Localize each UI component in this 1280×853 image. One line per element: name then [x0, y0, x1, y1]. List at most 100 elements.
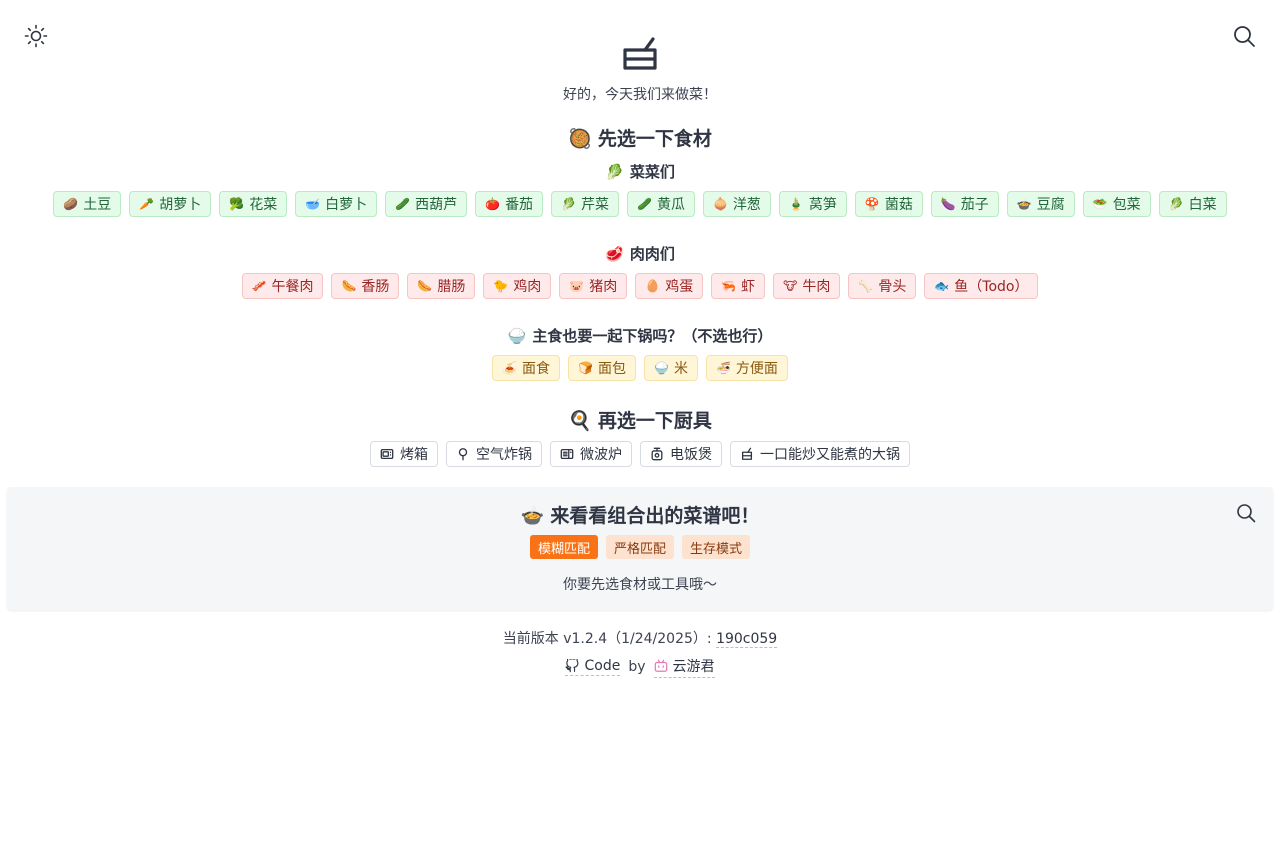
meat-label: 午餐肉	[271, 279, 314, 295]
meat-emoji: 🦴	[858, 279, 874, 293]
meat-chip[interactable]: 🥓 午餐肉	[241, 273, 324, 299]
microwave-icon	[560, 448, 574, 460]
vegetable-emoji: 🍄	[864, 197, 880, 211]
vegetable-label: 菌菇	[884, 197, 913, 213]
tool-label: 电饭煲	[670, 447, 712, 463]
meat-label: 香肠	[361, 279, 390, 295]
tool-chip[interactable]: 电饭煲	[640, 441, 722, 467]
tool-label: 烤箱	[400, 447, 428, 463]
vegetable-label: 白萝卜	[325, 197, 368, 213]
match-mode-group: 模糊匹配 严格匹配 生存模式	[7, 535, 1273, 559]
match-mode-button[interactable]: 模糊匹配	[529, 535, 598, 559]
meat-chip[interactable]: 🐟 鱼（Todo）	[924, 273, 1039, 299]
meat-chip[interactable]: 🐮 牛肉	[773, 273, 841, 299]
code-label: Code	[584, 658, 621, 674]
staples-title: 🍚 主食也要一起下锅吗？（不选也行）	[0, 325, 1280, 346]
staple-chip[interactable]: 🍞 面包	[568, 355, 636, 381]
staples-emoji: 🍚	[507, 327, 527, 345]
air-fryer-icon	[458, 448, 468, 461]
staple-emoji: 🍚	[654, 361, 669, 375]
search-icon[interactable]	[1235, 502, 1257, 524]
vegetable-emoji: 🥗	[1092, 197, 1108, 211]
match-mode-button[interactable]: 严格匹配	[605, 535, 674, 559]
meat-chip[interactable]: 🥚 鸡蛋	[635, 273, 704, 299]
code-link[interactable]: Code	[565, 658, 621, 676]
staple-emoji: 🍝	[502, 361, 518, 375]
meat-chip[interactable]: 🦴 骨头	[848, 273, 917, 299]
staple-list: 🍝 面食 🍞 面包 🍚 米 🍜 方便面	[0, 355, 1280, 381]
vegetable-chip[interactable]: 🍆 茄子	[930, 191, 999, 217]
meat-label: 鱼（Todo）	[954, 279, 1029, 295]
vegetable-chip[interactable]: 🍲 豆腐	[1006, 191, 1075, 217]
staple-label: 面包	[598, 361, 626, 377]
vegetable-label: 莴笋	[808, 197, 837, 213]
staple-emoji: 🍜	[715, 361, 731, 375]
tool-chip[interactable]: 一口能炒又能煮的大锅	[730, 441, 910, 467]
author-link[interactable]: 云游君	[653, 656, 715, 678]
vegetable-label: 洋葱	[732, 197, 761, 213]
github-icon	[565, 659, 579, 673]
meats-title-text: 肉肉们	[629, 245, 675, 263]
vegetable-label: 番茄	[505, 197, 534, 213]
staple-emoji: 🍞	[578, 361, 593, 375]
tool-label: 一口能炒又能煮的大锅	[760, 447, 900, 463]
meats-title: 🥩 肉肉们	[0, 243, 1280, 264]
meat-emoji: 🌭	[417, 279, 433, 293]
vegetable-emoji: 🍲	[1016, 197, 1032, 211]
vegetable-chip[interactable]: 🧅 洋葱	[702, 191, 771, 217]
vegetable-chip[interactable]: 🥣 白萝卜	[295, 191, 378, 217]
vegetable-chip[interactable]: 🎍 莴笋	[778, 191, 847, 217]
tool-chip[interactable]: 微波炉	[550, 441, 632, 467]
staple-label: 方便面	[735, 361, 778, 377]
vegetable-chip[interactable]: 🥬 芹菜	[551, 191, 620, 217]
search-icon	[1234, 26, 1255, 47]
vegetable-emoji: 🥦	[229, 197, 245, 211]
vegetable-chip[interactable]: 🥔 土豆	[53, 191, 122, 217]
vegetable-chip[interactable]: 🥒 黄瓜	[627, 191, 695, 217]
vegetable-chip[interactable]: 🍄 菌菇	[854, 191, 923, 217]
staple-chip[interactable]: 🍝 面食	[492, 355, 561, 381]
sun-icon	[24, 24, 48, 48]
by-text: by	[628, 659, 646, 675]
meat-chip[interactable]: 🦐 虾	[711, 273, 766, 299]
staple-chip[interactable]: 🍜 方便面	[705, 355, 788, 381]
match-mode-button[interactable]: 生存模式	[682, 535, 751, 559]
vegetable-chip[interactable]: 🥦 花菜	[219, 191, 288, 217]
tool-label: 微波炉	[580, 447, 622, 463]
page-subtitle: 好的，今天我们来做菜！	[563, 87, 717, 103]
meat-chip[interactable]: 🐷 猪肉	[559, 273, 628, 299]
vegetable-chip[interactable]: 🥗 包菜	[1082, 191, 1151, 217]
vegetable-emoji: 🥒	[395, 197, 411, 211]
vegetable-chip[interactable]: 🍅 番茄	[475, 191, 544, 217]
vegetable-list: 🥔 土豆 🥕 胡萝卜 🥦 花菜 🥣 白萝卜 🥒 西葫芦 🍅 番茄 🥬 芹菜 🥒 黄瓜 🧅 洋葱 🎍 莴笋 🍄 菌菇 🍆 茄子 🍲…	[0, 191, 1280, 217]
vegetables-emoji: 🥬	[605, 163, 624, 181]
search-button[interactable]	[1230, 22, 1258, 50]
meat-emoji: 🥓	[251, 279, 267, 293]
ingredients-title-text: 先选一下食材	[597, 128, 712, 150]
meat-chip[interactable]: 🌭 香肠	[331, 273, 400, 299]
commit-link[interactable]: 190c059	[716, 631, 778, 648]
staple-chip[interactable]: 🍚 米	[644, 355, 698, 381]
vegetables-title-text: 菜菜们	[629, 163, 675, 181]
vegetable-chip[interactable]: 🥬 白菜	[1158, 191, 1227, 217]
vegetable-emoji: 🥬	[561, 197, 577, 211]
tools-title: 🍳 再选一下厨具	[0, 406, 1280, 433]
meat-chip[interactable]: 🌭 腊肠	[407, 273, 476, 299]
meat-chip[interactable]: 🐤 鸡肉	[483, 273, 552, 299]
vegetable-chip[interactable]: 🥕 胡萝卜	[129, 191, 212, 217]
tool-chip[interactable]: 烤箱	[370, 441, 438, 467]
vegetable-label: 茄子	[960, 197, 989, 213]
vegetable-emoji: 🥣	[305, 197, 321, 211]
vegetable-chip[interactable]: 🥒 西葫芦	[385, 191, 468, 217]
version-text: 当前版本 v1.2.4（1/24/2025）:	[502, 631, 717, 647]
theme-toggle-button[interactable]	[22, 22, 50, 50]
staples-title-text: 主食也要一起下锅吗？（不选也行）	[532, 327, 773, 345]
tool-chip[interactable]: 空气炸锅	[446, 441, 542, 467]
tools-title-text: 再选一下厨具	[597, 410, 712, 432]
vegetable-emoji: 🎍	[788, 197, 804, 211]
recipes-panel: 🍲 来看看组合出的菜谱吧！ 模糊匹配 严格匹配 生存模式 你要先选食材或工具哦～	[7, 487, 1273, 610]
vegetable-label: 豆腐	[1036, 197, 1065, 213]
author-name: 云游君	[672, 659, 715, 675]
staple-label: 米	[673, 361, 688, 377]
rice-cooker-icon	[651, 447, 663, 461]
